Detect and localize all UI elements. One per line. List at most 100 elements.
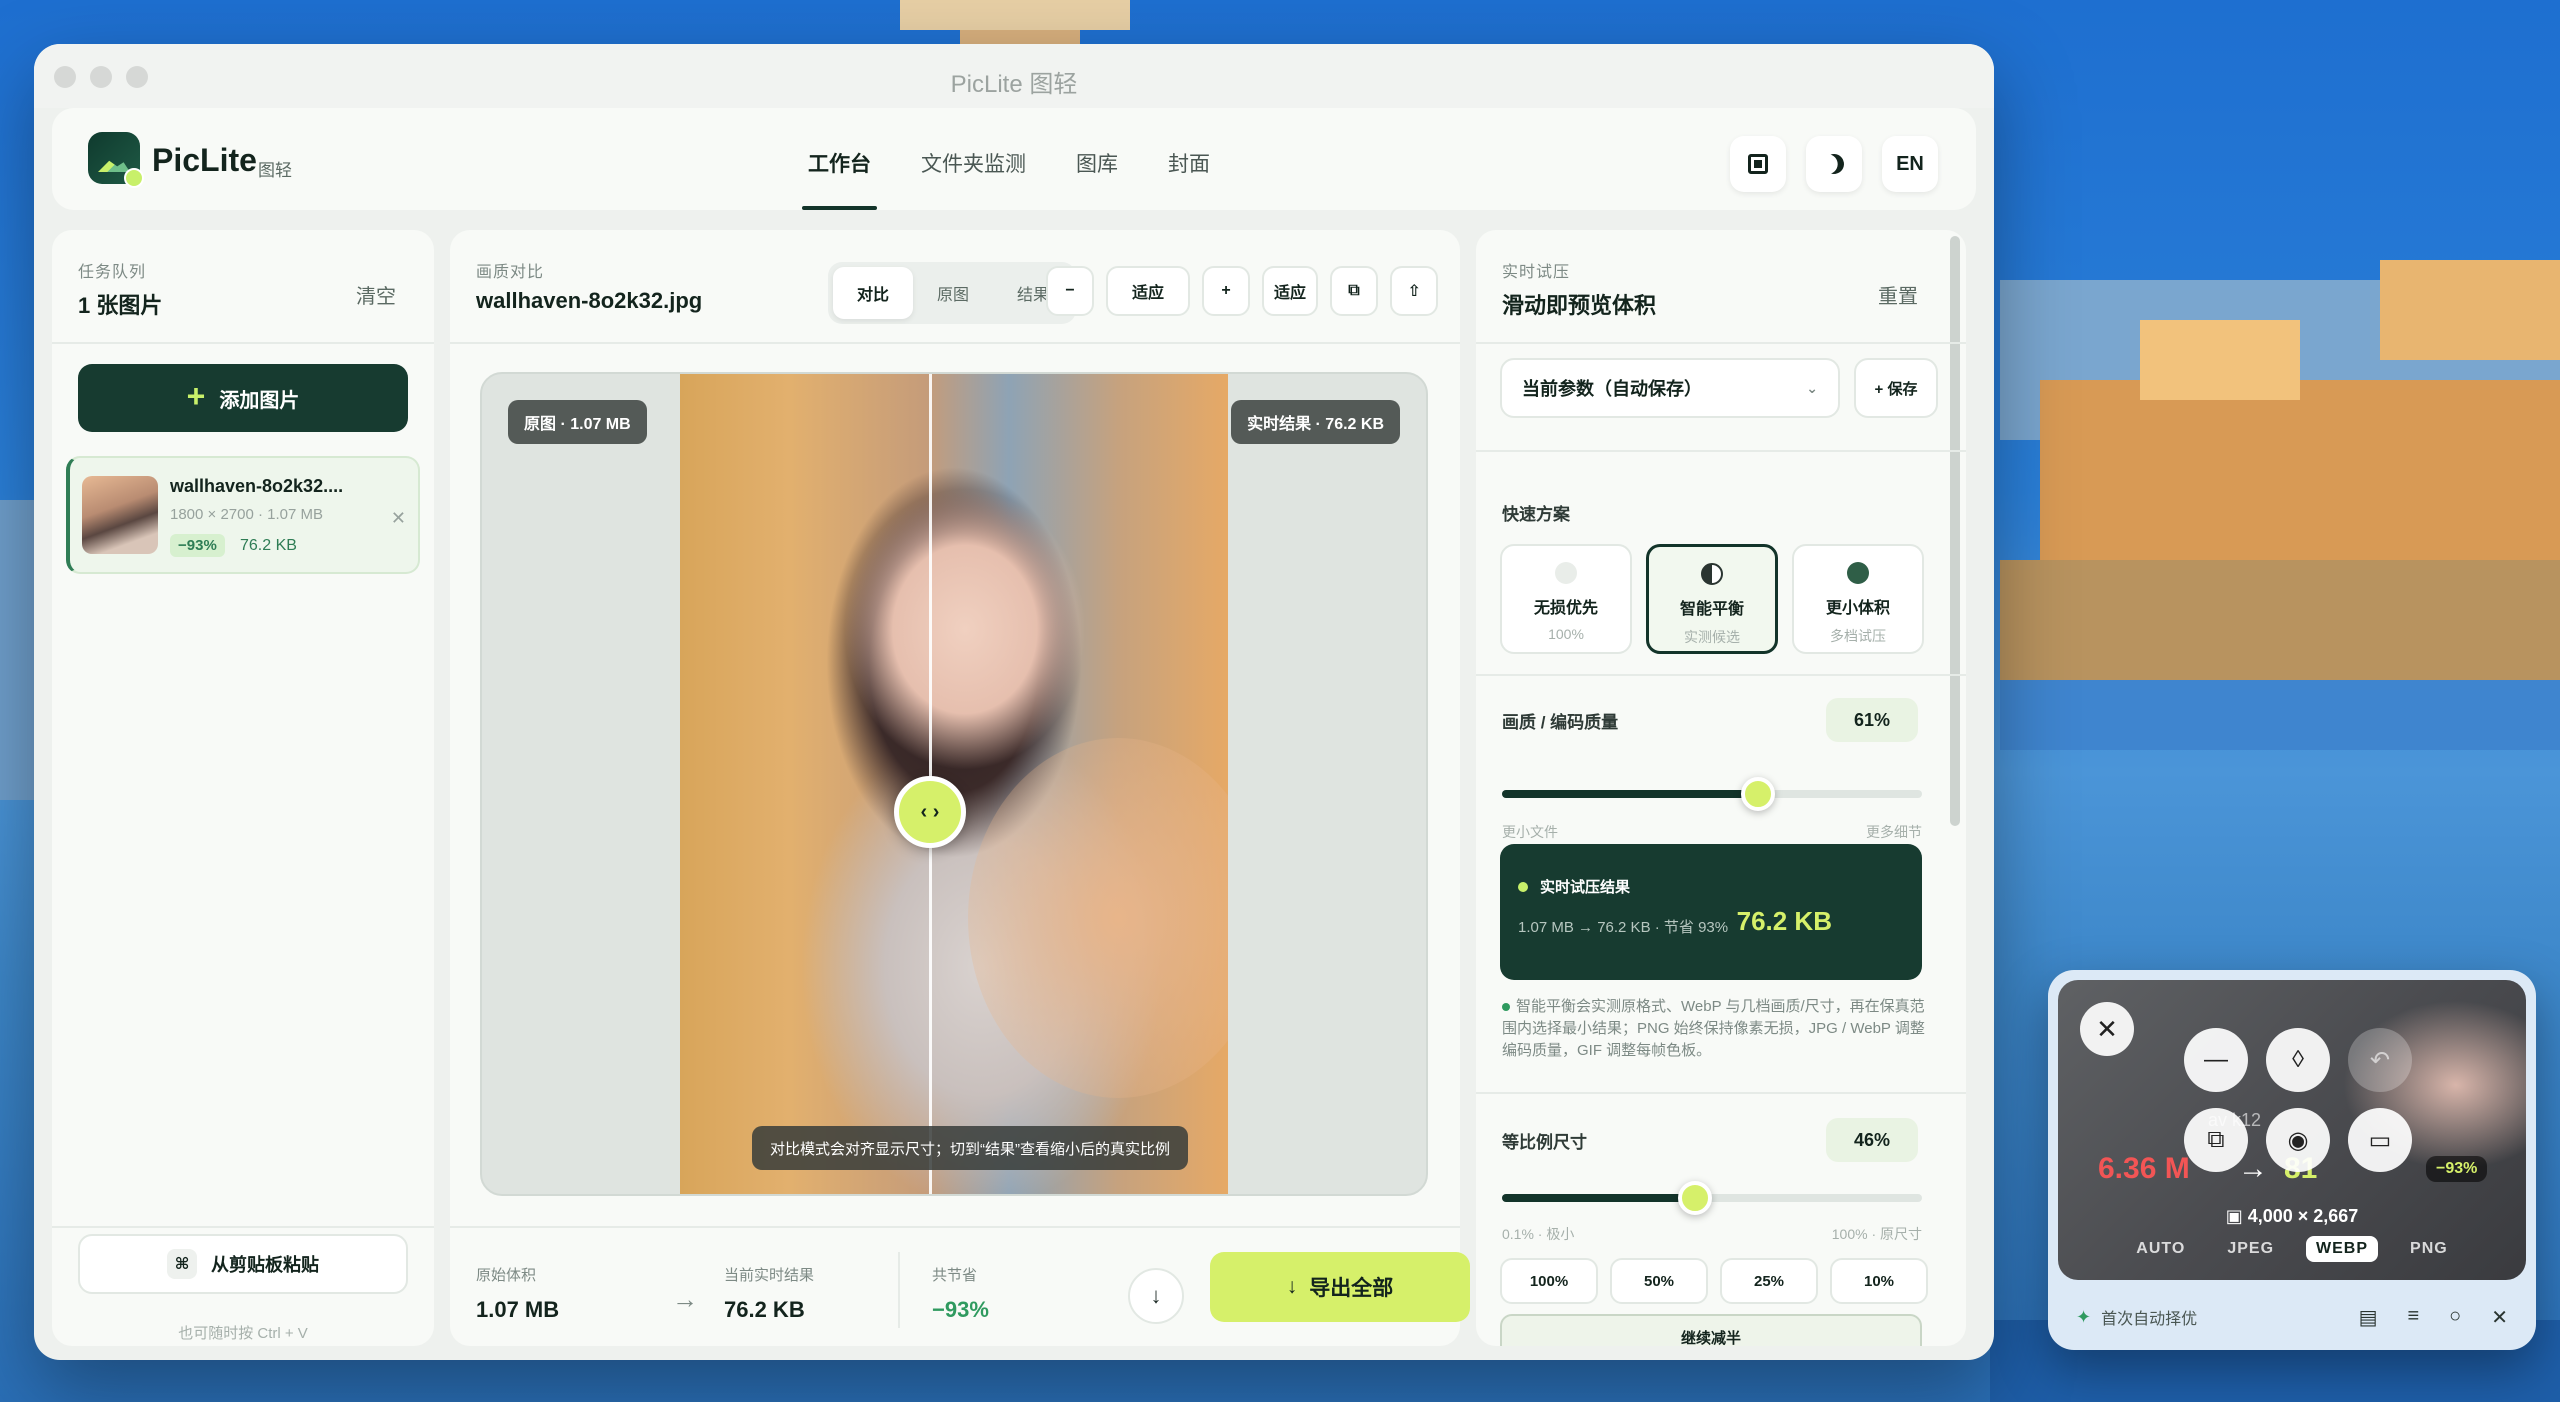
paste-clipboard-button[interactable]: ⌘ 从剪贴板粘贴 xyxy=(78,1234,408,1294)
plus-icon: + xyxy=(186,378,206,414)
minus-icon[interactable]: — xyxy=(2184,1028,2248,1092)
ratio-50-button[interactable]: 50% xyxy=(1610,1258,1708,1304)
sparkle-icon: ✦ xyxy=(2076,1306,2092,1327)
stat-label: 原始体积 xyxy=(476,1267,537,1284)
scale-value: 46% xyxy=(1826,1118,1918,1162)
compare-label: 画质对比 xyxy=(476,264,545,281)
queue-file-item[interactable]: wallhaven-8o2k32.... 1800 × 2700 · 1.07 … xyxy=(66,456,420,574)
range-min: 更小文件 xyxy=(1502,824,1558,840)
range-max: 100% · 原尺寸 xyxy=(1831,1226,1922,1242)
divider xyxy=(1476,674,1966,676)
compare-hint: 对比模式会对齐显示尺寸；切到“结果”查看缩小后的真实比例 xyxy=(752,1126,1188,1170)
tab-folder-watch[interactable]: 文件夹监测 xyxy=(921,108,1026,210)
brand-subtitle: 图轻 xyxy=(258,161,292,180)
fit-width-button[interactable]: 适应 xyxy=(1262,266,1319,316)
slider-knob[interactable] xyxy=(1741,777,1776,811)
close-icon[interactable]: ✕ xyxy=(2491,1305,2508,1330)
ratio-100-button[interactable]: 100% xyxy=(1500,1258,1598,1304)
quality-range: 更小文件 更多细节 xyxy=(1502,822,1922,842)
app-logo-icon xyxy=(88,132,144,188)
document-icon[interactable]: ▤ xyxy=(2359,1305,2378,1330)
stat-current: 当前实时结果 76.2 KB xyxy=(724,1264,814,1323)
mini-original-size: 6.36 M xyxy=(2098,1152,2190,1185)
copy-icon[interactable]: ⧉ xyxy=(1330,266,1379,316)
moon-icon xyxy=(1821,151,1847,177)
format-auto[interactable]: AUTO xyxy=(2126,1236,2195,1262)
share-icon[interactable]: ⇧ xyxy=(1390,266,1439,316)
file-thumbnail xyxy=(82,476,158,554)
mini-widget: ✕ av k12 — ◊ ↶ 6.36 M → 81 −93% ⧉ ◉ ▭ ▣ … xyxy=(2048,970,2536,1350)
quality-value: 61% xyxy=(1826,698,1918,742)
result-value: 76.2 KB xyxy=(1736,906,1832,936)
quality-slider[interactable] xyxy=(1502,777,1922,811)
preset-lossless[interactable]: 无损优先 100% xyxy=(1500,544,1632,654)
trial-panel: 实时试压 滑动即预览体积 重置 当前参数（自动保存） ⌄ + 保存 快速方案 无… xyxy=(1476,230,1966,1346)
tab-cover[interactable]: 封面 xyxy=(1168,108,1210,210)
format-webp[interactable]: WEBP xyxy=(2306,1236,2379,1262)
slider-knob[interactable] xyxy=(1678,1181,1713,1215)
ratio-10-button[interactable]: 10% xyxy=(1830,1258,1928,1304)
remove-file-icon[interactable]: ✕ xyxy=(391,508,406,529)
preset-balanced[interactable]: 智能平衡 实测候选 xyxy=(1646,544,1778,654)
split-handle[interactable]: ‹ › xyxy=(894,776,966,848)
copy-icon[interactable]: ⧉ xyxy=(2184,1108,2248,1172)
tab-gallery[interactable]: 图库 xyxy=(1076,108,1118,210)
undo-icon[interactable]: ↶ xyxy=(2348,1028,2412,1092)
strategy-note: 智能平衡会实测原格式、WebP 与几档画质/尺寸，再在保真范围内选择最小结果；P… xyxy=(1502,996,1932,1062)
preset-dot-icon xyxy=(1555,562,1577,584)
note-text: 智能平衡会实测原格式、WebP 与几档画质/尺寸，再在保真范围内选择最小结果；P… xyxy=(1502,998,1925,1059)
command-icon: ⌘ xyxy=(167,1249,197,1279)
layout-toggle-button[interactable] xyxy=(1730,136,1786,192)
close-icon[interactable]: ✕ xyxy=(2080,1002,2134,1056)
mode-original[interactable]: 原图 xyxy=(913,267,993,319)
tab-workbench[interactable]: 工作台 xyxy=(802,108,877,210)
mini-status-bar: ✦ 首次自动择优 ▤ ≡ ○ ✕ xyxy=(2048,1284,2536,1350)
language-button[interactable]: EN xyxy=(1882,136,1938,192)
paste-hint: 也可随时按 Ctrl + V xyxy=(178,1325,308,1342)
stat-saved: 共节省 −93% xyxy=(932,1264,989,1323)
theme-toggle-button[interactable] xyxy=(1806,136,1862,192)
preset-select-value: 当前参数（自动保存） xyxy=(1522,379,1702,399)
zoom-in-button[interactable]: + xyxy=(1202,266,1250,316)
brand-name: PicLite xyxy=(152,142,257,178)
preset-dot-icon xyxy=(1847,562,1869,584)
circle-icon[interactable]: ○ xyxy=(2449,1305,2461,1330)
ratio-25-button[interactable]: 25% xyxy=(1720,1258,1818,1304)
divider xyxy=(1476,1092,1966,1094)
folder-icon[interactable]: ▭ xyxy=(2348,1108,2412,1172)
preset-select[interactable]: 当前参数（自动保存） ⌄ xyxy=(1500,358,1840,418)
fit-button[interactable]: 适应 xyxy=(1106,266,1190,316)
trial-label: 实时试压 xyxy=(1502,264,1571,281)
zoom-out-button[interactable]: − xyxy=(1046,266,1094,316)
scrollbar[interactable] xyxy=(1950,230,1960,830)
download-icon[interactable]: ↓ xyxy=(1128,1268,1184,1324)
arrow-right-icon: → xyxy=(672,1284,698,1314)
status-dot-icon xyxy=(1518,882,1528,892)
format-jpeg[interactable]: JPEG xyxy=(2217,1236,2284,1262)
preset-smaller[interactable]: 更小体积 多档试压 xyxy=(1792,544,1924,654)
main-nav: 工作台 文件夹监测 图库 封面 xyxy=(802,108,1210,210)
eye-icon[interactable]: ◉ xyxy=(2266,1108,2330,1172)
scale-label: 等比例尺寸 xyxy=(1502,1133,1587,1152)
window-title: PicLite 图轻 xyxy=(950,71,1078,98)
stats-footer: 原始体积 1.07 MB → 当前实时结果 76.2 KB 共节省 −93% ↓… xyxy=(450,1226,1470,1346)
drop-icon[interactable]: ◊ xyxy=(2266,1028,2330,1092)
mode-compare[interactable]: 对比 xyxy=(833,267,913,319)
quick-label: 快速方案 xyxy=(1502,505,1570,524)
save-preset-button[interactable]: + 保存 xyxy=(1854,358,1938,418)
add-image-button[interactable]: + 添加图片 xyxy=(78,364,408,432)
zoom-controls: − 适应 + 适应 ⧉ ⇧ xyxy=(1046,266,1439,316)
queue-panel: 任务队列 1 张图片 清空 + 添加图片 wallhaven-8o2k32...… xyxy=(52,230,434,1346)
halve-again-button[interactable]: 继续减半 xyxy=(1500,1314,1922,1346)
export-all-button[interactable]: ↓ 导出全部 xyxy=(1210,1252,1470,1322)
mini-actions: ▤ ≡ ○ ✕ xyxy=(2359,1305,2508,1330)
format-selector: AUTO JPEG WEBP PNG xyxy=(2058,1236,2526,1262)
format-png[interactable]: PNG xyxy=(2400,1236,2458,1262)
reset-button[interactable]: 重置 xyxy=(1878,280,1918,309)
paste-label: 从剪贴板粘贴 xyxy=(211,1255,319,1275)
queue-label: 任务队列 xyxy=(78,264,147,281)
chevron-down-icon: ⌄ xyxy=(1806,379,1818,396)
menu-icon[interactable]: ≡ xyxy=(2407,1305,2419,1330)
clear-button[interactable]: 清空 xyxy=(356,280,396,309)
scale-slider[interactable] xyxy=(1502,1181,1922,1215)
